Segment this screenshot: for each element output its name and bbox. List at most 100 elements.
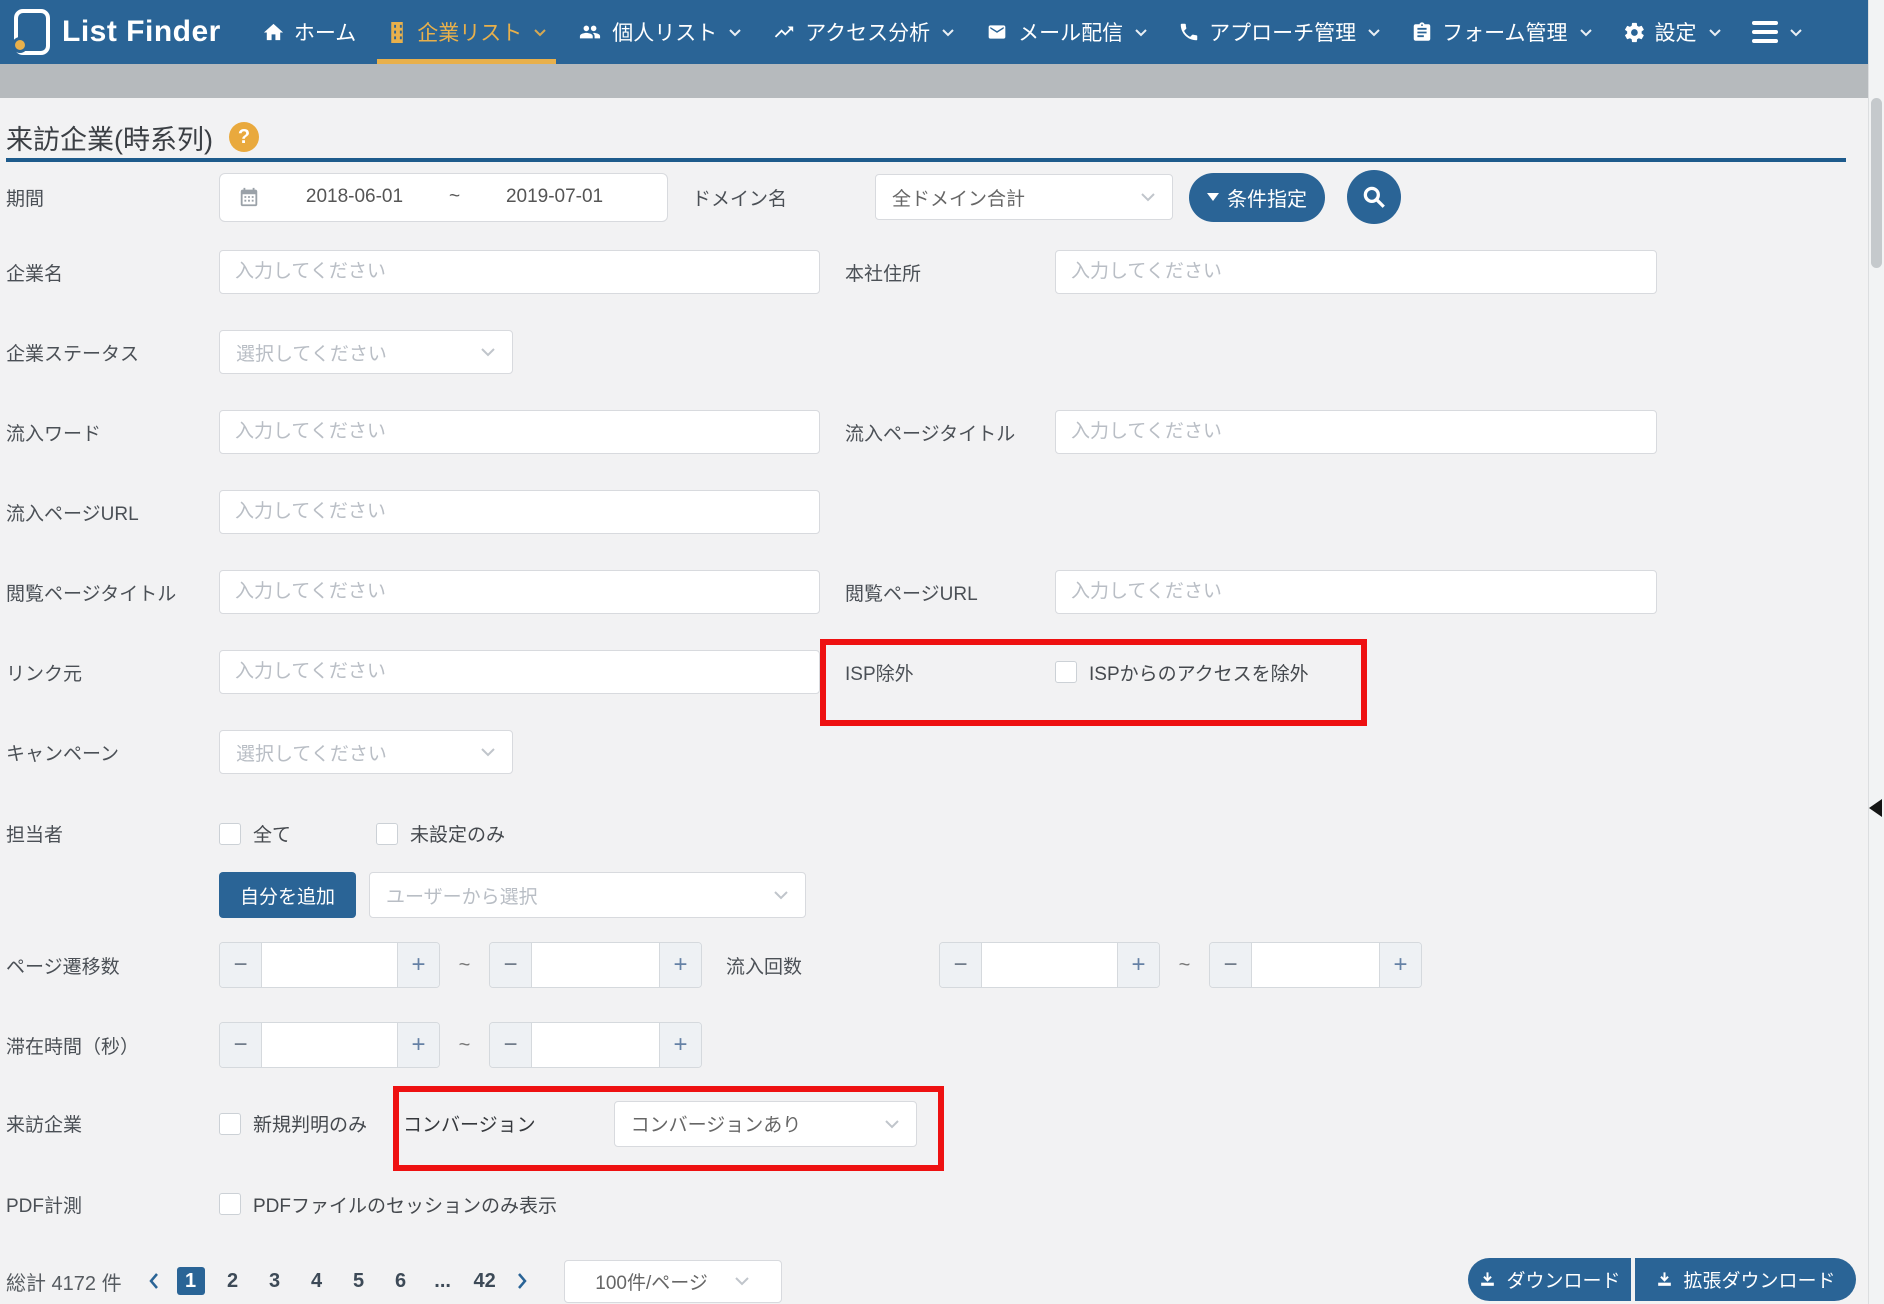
app-screen: List Finder ホーム 企業リスト 個人リスト アクセス分析 メ	[0, 0, 1884, 1304]
inflow-page-url-input[interactable]	[219, 490, 820, 534]
download-button[interactable]: ダウンロード	[1468, 1258, 1631, 1301]
plus-button[interactable]: +	[397, 1023, 439, 1067]
filter-row-company-name: 企業名 本社住所	[6, 232, 1868, 312]
pdf-session-checkbox[interactable]	[219, 1193, 241, 1215]
inflow-page-title-input[interactable]	[1055, 410, 1657, 454]
link-source-input[interactable]	[219, 650, 820, 694]
download-icon	[1478, 1270, 1497, 1289]
per-page-value: 100件/ページ	[595, 1268, 708, 1295]
search-button[interactable]	[1347, 170, 1401, 224]
prev-page-button[interactable]	[148, 1272, 160, 1290]
range-tilde: ~	[440, 954, 489, 977]
page-button-42[interactable]: 42	[471, 1267, 499, 1295]
nav-item-mail-delivery[interactable]: メール配信	[970, 0, 1163, 64]
staff-all-checkbox[interactable]	[219, 823, 241, 845]
add-self-button[interactable]: 自分を追加	[219, 872, 356, 918]
staff-all-label: 全て	[253, 820, 291, 847]
date-range-input[interactable]: 2018-06-01 ~ 2019-07-01	[219, 173, 668, 222]
condition-button[interactable]: 条件指定	[1189, 173, 1325, 222]
new-only-checkbox[interactable]	[219, 1113, 241, 1135]
home-icon	[262, 21, 285, 44]
plus-button[interactable]: +	[659, 1023, 701, 1067]
scrollbar-thumb[interactable]	[1871, 98, 1882, 268]
form-icon	[1411, 21, 1433, 44]
page-button-5[interactable]: 5	[345, 1267, 373, 1295]
conversion-select[interactable]: コンバージョンあり	[614, 1101, 917, 1147]
minus-button[interactable]: −	[490, 943, 532, 987]
minus-button[interactable]: −	[940, 943, 982, 987]
staff-unset-checkbox[interactable]	[376, 823, 398, 845]
inflow-word-input[interactable]	[219, 410, 820, 454]
pagination-bar: 総計 4172 件 1 2 3 4 5 6 ... 42 100件/ページ	[6, 1258, 1862, 1304]
help-icon[interactable]: ?	[229, 122, 259, 152]
page-button-6[interactable]: 6	[387, 1267, 415, 1295]
staff-unset-label: 未設定のみ	[410, 820, 505, 847]
phone-icon	[1178, 21, 1200, 43]
nav-item-company-list[interactable]: 企業リスト	[371, 0, 562, 64]
stepper-input[interactable]	[532, 943, 659, 987]
nav-item-approach-management[interactable]: アプローチ管理	[1163, 0, 1396, 64]
nav-item-form-management[interactable]: フォーム管理	[1396, 0, 1607, 64]
chart-icon	[772, 21, 796, 43]
user-select[interactable]: ユーザーから選択	[369, 872, 806, 918]
stay-time-max-stepper: − +	[489, 1022, 702, 1068]
filter-row-period: 期間 2018-06-01 ~ 2019-07-01 ドメイン名 全ドメイン合計…	[6, 162, 1868, 232]
nav-item-settings[interactable]: 設定	[1608, 0, 1737, 64]
page-button-2[interactable]: 2	[219, 1267, 247, 1295]
extended-download-button[interactable]: 拡張ダウンロード	[1635, 1258, 1856, 1301]
range-tilde: ~	[440, 1034, 489, 1057]
nav-item-home[interactable]: ホーム	[247, 0, 371, 64]
brand-logo[interactable]: List Finder	[14, 9, 221, 55]
filter-row-inflow-url: 流入ページURL	[6, 472, 1868, 552]
nav-item-person-list[interactable]: 個人リスト	[562, 0, 757, 64]
page-button-4[interactable]: 4	[303, 1267, 331, 1295]
cursor-triangle-marker	[1869, 799, 1882, 817]
stepper-input[interactable]	[262, 943, 397, 987]
per-page-select[interactable]: 100件/ページ	[564, 1260, 782, 1303]
chevron-down-icon	[773, 890, 789, 900]
nav-item-label: 個人リスト	[612, 17, 717, 47]
page-header: 来訪企業(時系列) ?	[6, 122, 1846, 162]
page-transition-label: ページ遷移数	[6, 952, 219, 979]
filter-row-inflow-word: 流入ワード 流入ページタイトル	[6, 392, 1868, 472]
stepper-input[interactable]	[982, 943, 1117, 987]
stepper-input[interactable]	[1252, 943, 1379, 987]
hq-address-label: 本社住所	[845, 259, 1055, 286]
plus-button[interactable]: +	[397, 943, 439, 987]
company-name-input[interactable]	[219, 250, 820, 294]
view-page-url-input[interactable]	[1055, 570, 1657, 614]
page-title: 来訪企業(時系列)	[6, 118, 213, 157]
plus-button[interactable]: +	[1379, 943, 1421, 987]
vertical-scrollbar[interactable]	[1868, 0, 1884, 1304]
logo-gold-dot	[12, 37, 28, 53]
stay-time-min-stepper: − +	[219, 1022, 440, 1068]
nav-item-access-analysis[interactable]: アクセス分析	[757, 0, 970, 64]
minus-button[interactable]: −	[220, 943, 262, 987]
isp-exclude-checkbox[interactable]	[1055, 661, 1077, 683]
campaign-select[interactable]: 選択してください	[219, 730, 513, 774]
page-button-3[interactable]: 3	[261, 1267, 289, 1295]
minus-button[interactable]: −	[1210, 943, 1252, 987]
company-status-select[interactable]: 選択してください	[219, 330, 513, 374]
download-icon	[1655, 1270, 1674, 1289]
filter-row-link-source: リンク元 ISP除外 ISPからのアクセスを除外	[6, 632, 1868, 712]
period-label: 期間	[6, 184, 219, 211]
company-status-label: 企業ステータス	[6, 339, 219, 366]
date-from-value[interactable]: 2018-06-01	[260, 186, 449, 208]
minus-button[interactable]: −	[220, 1023, 262, 1067]
download-button-group: ダウンロード 拡張ダウンロード	[1468, 1258, 1856, 1301]
plus-button[interactable]: +	[1117, 943, 1159, 987]
stepper-input[interactable]	[262, 1023, 397, 1067]
page-button-1[interactable]: 1	[177, 1267, 205, 1295]
stepper-input[interactable]	[532, 1023, 659, 1067]
company-status-placeholder: 選択してください	[236, 339, 387, 366]
plus-button[interactable]: +	[659, 943, 701, 987]
next-page-button[interactable]	[516, 1272, 528, 1290]
date-to-value[interactable]: 2019-07-01	[460, 186, 649, 208]
hq-address-input[interactable]	[1055, 250, 1657, 294]
pdf-session-label: PDFファイルのセッションのみ表示	[253, 1191, 557, 1218]
nav-item-more-menu[interactable]	[1737, 0, 1818, 64]
view-page-title-input[interactable]	[219, 570, 820, 614]
minus-button[interactable]: −	[490, 1023, 532, 1067]
domain-select[interactable]: 全ドメイン合計	[875, 174, 1173, 220]
